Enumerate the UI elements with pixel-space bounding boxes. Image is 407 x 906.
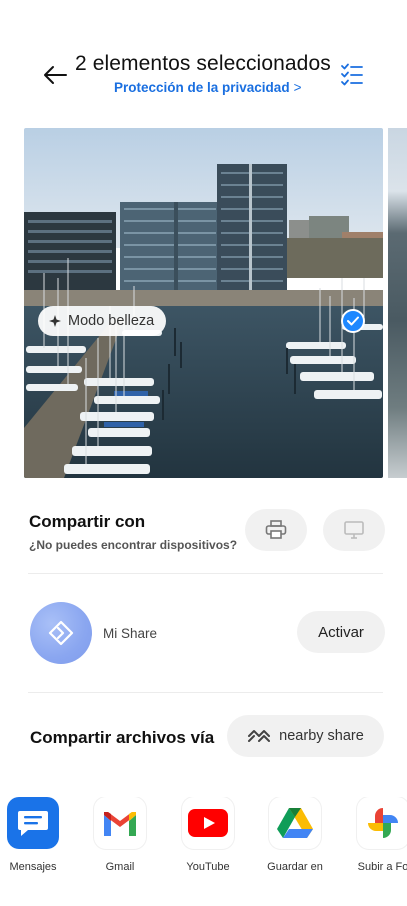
divider	[28, 573, 383, 574]
app-youtube[interactable]: YouTube	[165, 797, 251, 873]
app-label: Gmail	[105, 861, 135, 873]
google-drive-icon	[269, 797, 321, 849]
mishare-icon	[48, 620, 74, 646]
app-google-drive[interactable]: Guardar en	[252, 797, 338, 873]
privacy-protection-link[interactable]: Protección de la privacidad >	[114, 80, 301, 95]
check-icon	[347, 316, 359, 326]
arrow-left-icon	[44, 66, 67, 84]
monitor-icon	[344, 521, 364, 539]
share-files-via-title: Compartir archivos vía	[30, 728, 215, 747]
page-title: 2 elementos seleccionados	[75, 52, 331, 75]
photo-carousel[interactable]	[0, 128, 407, 479]
header: 2 elementos seleccionados Protección de …	[0, 40, 407, 110]
privacy-link-label: Protección de la privacidad	[114, 80, 290, 95]
selected-photo[interactable]	[24, 128, 383, 478]
app-label: Mensajes	[9, 861, 57, 873]
beauty-mode-label: Modo belleza	[68, 313, 155, 329]
nearby-share-label: nearby share	[279, 728, 364, 744]
app-label: Guardar en	[267, 861, 323, 873]
sparkle-icon	[49, 315, 61, 327]
mishare-logo	[30, 602, 92, 664]
chevron-right-icon: >	[293, 80, 302, 95]
printer-icon	[265, 520, 287, 539]
app-gmail[interactable]: Gmail	[77, 797, 163, 873]
share-with-section: Compartir con ¿No puedes encontrar dispo…	[0, 500, 407, 572]
nearby-share-button[interactable]: nearby share	[227, 715, 384, 757]
beauty-mode-chip[interactable]: Modo belleza	[38, 306, 167, 336]
youtube-icon	[182, 797, 234, 849]
next-photo-preview[interactable]	[388, 128, 407, 478]
screen-cast-button[interactable]	[323, 509, 385, 551]
divider	[28, 692, 383, 693]
select-all-button[interactable]	[338, 60, 366, 88]
nearby-share-icon	[248, 730, 271, 742]
share-files-via-section: Compartir archivos vía nearby share	[0, 712, 407, 764]
app-google-photos[interactable]: Subir a Fo	[340, 797, 407, 873]
share-with-subtitle[interactable]: ¿No puedes encontrar dispositivos?	[29, 538, 237, 552]
back-button[interactable]	[38, 60, 72, 90]
photo-selected-checkbox[interactable]	[341, 309, 365, 333]
activate-button[interactable]: Activar	[297, 611, 385, 653]
marina-photo	[24, 128, 383, 478]
google-photos-icon	[357, 797, 407, 849]
app-label: Subir a Fo	[357, 861, 407, 873]
mishare-label: Mi Share	[103, 626, 158, 641]
app-messages[interactable]: Mensajes	[0, 797, 76, 873]
share-apps-row[interactable]: Mensajes Gmail YouTube Guardar en Subir …	[0, 797, 407, 887]
app-label: YouTube	[186, 861, 230, 873]
printer-button[interactable]	[245, 509, 307, 551]
messages-icon	[7, 797, 59, 849]
checklist-icon	[341, 63, 363, 86]
share-with-title: Compartir con	[29, 512, 146, 531]
mishare-section: Mi Share Activar	[0, 596, 407, 670]
gmail-icon	[94, 797, 146, 849]
